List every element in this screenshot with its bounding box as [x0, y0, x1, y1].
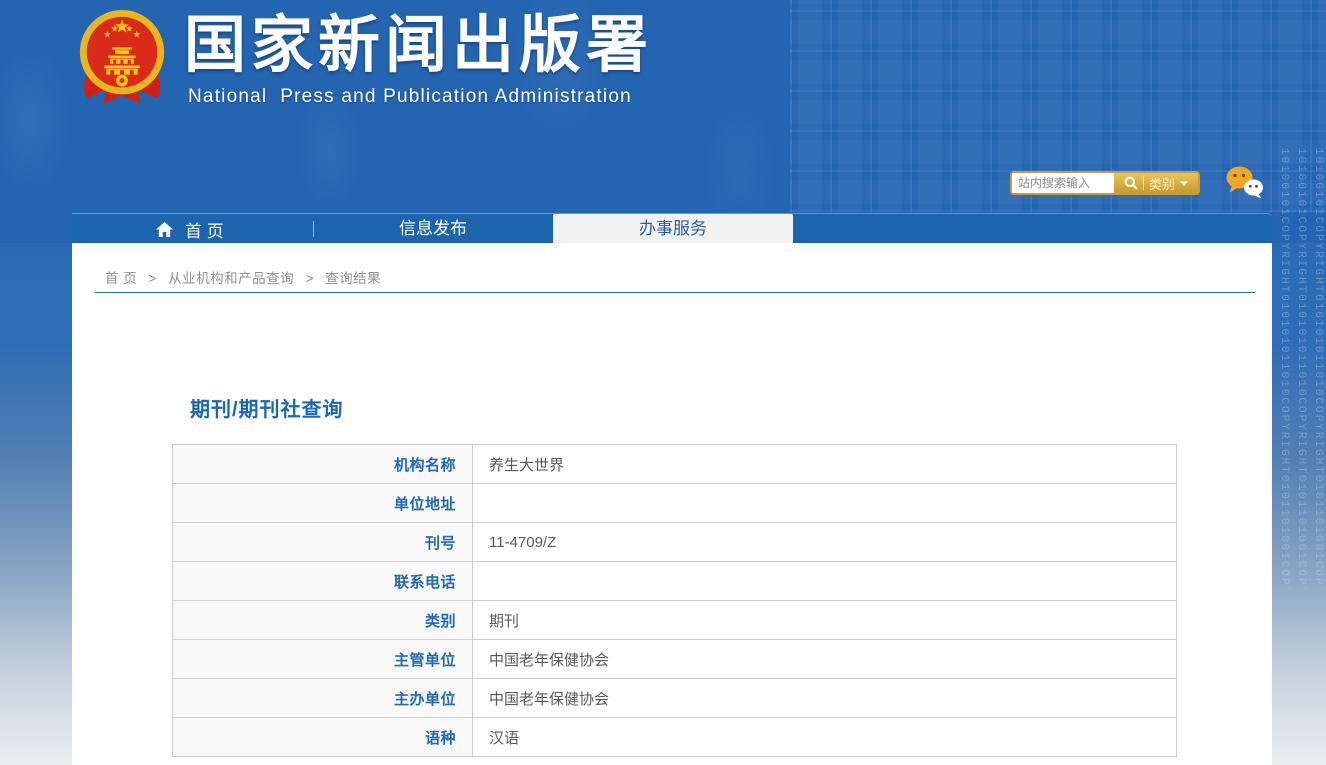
breadcrumb-query[interactable]: 从业机构和产品查询: [168, 271, 294, 286]
site-subtitle: National Press and Publication Administr…: [188, 86, 632, 108]
nav-item-services-active[interactable]: 办事服务: [553, 214, 793, 244]
main-navigation: 首 页 信息发布 办事服务: [72, 213, 1272, 243]
row-value: [473, 562, 1177, 601]
content-panel: 首 页 > 从业机构和产品查询 > 查询结果 期刊/期刊社查询 机构名称 养生大…: [72, 243, 1272, 765]
breadcrumb-home[interactable]: 首 页: [105, 271, 137, 286]
row-value: 中国老年保健协会: [473, 640, 1177, 679]
table-row: 机构名称 养生大世界: [173, 445, 1177, 484]
page-title: 期刊/期刊社查询: [190, 393, 344, 422]
breadcrumb-current: 查询结果: [325, 271, 381, 286]
row-label: 单位地址: [173, 484, 473, 523]
row-label: 联系电话: [173, 562, 473, 601]
journal-info-table: 机构名称 养生大世界 单位地址 刊号 11-4709/Z 联系电话 类别 期刊 …: [172, 444, 1177, 757]
row-value: 养生大世界: [473, 445, 1177, 484]
row-value: 11-4709/Z: [473, 523, 1177, 562]
row-value: [473, 484, 1177, 523]
table-row: 刊号 11-4709/Z: [173, 523, 1177, 562]
table-row: 主办单位 中国老年保健协会: [173, 679, 1177, 718]
table-row: 联系电话: [173, 562, 1177, 601]
breadcrumb-separator: >: [305, 271, 313, 286]
table-row: 主管单位 中国老年保健协会: [173, 640, 1177, 679]
site-banner: 国家新闻出版署 National Press and Publication A…: [0, 0, 1326, 243]
row-label: 主管单位: [173, 640, 473, 679]
row-label: 类别: [173, 601, 473, 640]
row-label: 机构名称: [173, 445, 473, 484]
row-label: 主办单位: [173, 679, 473, 718]
row-label: 语种: [173, 718, 473, 757]
home-icon: [155, 221, 174, 238]
category-label[interactable]: 类别: [1149, 174, 1175, 193]
nav-item-information[interactable]: 信息发布: [353, 214, 513, 244]
copyright-pattern-decoration: 10100101COPYRIGHT010101011010COPYRIGHT01…: [1270, 148, 1324, 588]
copyright-pattern-column: 10100101COPYRIGHT010101011010COPYRIGHT01…: [1295, 148, 1307, 588]
site-search: 类别: [1010, 171, 1200, 195]
breadcrumb-divider: [95, 292, 1255, 293]
copyright-pattern-column: 10100101COPYRIGHT010101011010COPYRIGHT01…: [1278, 148, 1290, 588]
copyright-pattern-column: 10100101COPYRIGHT010101011010COPYRIGHT01…: [1312, 148, 1324, 588]
site-title: 国家新闻出版署: [184, 0, 653, 90]
search-icon[interactable]: [1124, 176, 1138, 190]
nav-item-label: 首 页: [185, 217, 224, 242]
table-row: 类别 期刊: [173, 601, 1177, 640]
wechat-icon[interactable]: [1224, 164, 1266, 202]
row-value: 中国老年保健协会: [473, 679, 1177, 718]
search-category-button[interactable]: 类别: [1114, 173, 1198, 193]
table-row: 语种 汉语: [173, 718, 1177, 757]
nav-item-home[interactable]: 首 页: [155, 214, 224, 244]
search-divider: [1143, 176, 1144, 190]
row-value: 汉语: [473, 718, 1177, 757]
national-emblem-logo: [73, 6, 171, 112]
search-input[interactable]: [1012, 173, 1114, 193]
chevron-down-icon[interactable]: [1180, 181, 1188, 186]
row-value: 期刊: [473, 601, 1177, 640]
breadcrumb: 首 页 > 从业机构和产品查询 > 查询结果: [105, 267, 381, 287]
breadcrumb-separator: >: [149, 271, 157, 286]
table-row: 单位地址: [173, 484, 1177, 523]
row-label: 刊号: [173, 523, 473, 562]
nav-divider: [313, 221, 314, 237]
